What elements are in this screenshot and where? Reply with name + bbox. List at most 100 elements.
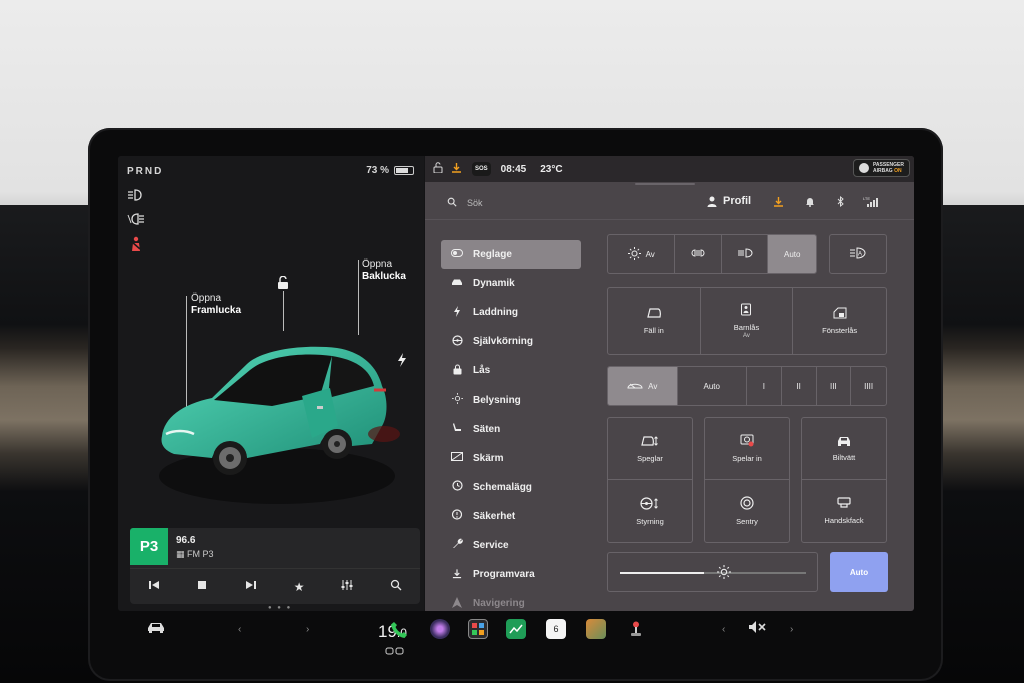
dashcam-button[interactable]: Spelar in [705, 418, 789, 480]
menu-item-10[interactable]: Säkerhet [441, 502, 581, 531]
energy-app-icon[interactable] [506, 619, 526, 639]
profile-button[interactable]: Profil [707, 195, 751, 207]
temp-up-icon[interactable]: › [306, 624, 309, 635]
menu-item-7[interactable]: Säten [441, 415, 581, 444]
bluetooth-icon[interactable] [837, 195, 845, 210]
lights-auto-option[interactable]: Auto [768, 235, 816, 273]
callout-rear-target: Baklucka [362, 271, 406, 282]
brightness-auto-button[interactable]: Auto [830, 552, 888, 592]
menu-item-label: Laddning [473, 307, 518, 319]
mirrors-button[interactable]: Speglar [608, 418, 692, 480]
lights-off-option[interactable]: Av [608, 235, 676, 273]
parking-lights-option[interactable] [675, 235, 722, 273]
wipers-off-label: Av [648, 381, 658, 391]
open-trunk-callout[interactable]: Öppna Baklucka [362, 259, 406, 283]
brightness-track[interactable] [620, 572, 806, 574]
sos-button[interactable]: SOS [472, 162, 491, 176]
menu-item-13[interactable]: Navigering [441, 589, 581, 611]
headlight-icon [127, 188, 145, 202]
mirror-icon [646, 307, 662, 322]
wiper-speed-4-label: IIII [864, 381, 874, 391]
wipers-off-option[interactable]: Av [608, 367, 678, 405]
menu-item-4[interactable]: Självkörning [441, 327, 581, 356]
toybox-app-icon[interactable] [586, 619, 606, 639]
window-lock-button[interactable]: Fönsterlås [793, 288, 886, 354]
toggle-icon [451, 249, 463, 260]
settings-menu: Reglage Dynamik Laddning Självkörning Lås Bel… [441, 240, 581, 611]
airbag-icon [858, 163, 869, 173]
bell-icon[interactable] [805, 196, 815, 210]
software-update-icon[interactable] [451, 162, 462, 176]
child-lock-button[interactable]: Barnlås Av [701, 288, 794, 354]
menu-item-5[interactable]: Lås [441, 356, 581, 385]
wiper-speed-3-label: III [830, 381, 837, 391]
person-icon [707, 196, 717, 207]
low-beam-option[interactable] [722, 235, 769, 273]
glovebox-icon [837, 497, 851, 512]
search-icon [447, 197, 457, 209]
unlock-status-icon[interactable] [433, 162, 443, 176]
open-frunk-callout[interactable]: Öppna Framlucka [191, 293, 241, 317]
menu-item-11[interactable]: Service [441, 531, 581, 560]
wipers-auto-option[interactable]: Auto [678, 367, 747, 405]
menu-item-1[interactable]: Reglage [441, 240, 581, 270]
joystick-icon[interactable] [626, 619, 646, 639]
menu-item-6[interactable]: Belysning [441, 385, 581, 414]
station-label: FM P3 [187, 549, 214, 559]
panel-drag-handle[interactable] [635, 183, 695, 185]
menu-item-8[interactable]: Skärm [441, 444, 581, 473]
camera-app-icon[interactable] [430, 619, 450, 639]
child-lock-state: Av [743, 333, 750, 339]
menu-item-2[interactable]: Dynamik [441, 269, 581, 298]
bulb-icon [451, 393, 463, 407]
callout-line-rear [358, 260, 359, 335]
menu-item-9[interactable]: Schemalägg [441, 473, 581, 502]
steering-label: Styrning [636, 516, 664, 526]
sentry-icon [740, 496, 754, 513]
display-brightness-slider[interactable] [607, 552, 818, 592]
wiper-speed-4[interactable]: IIII [851, 367, 886, 405]
parking-light-icon [690, 248, 706, 260]
brightness-fill [620, 572, 704, 574]
fold-mirrors-button[interactable]: Fäll in [608, 288, 701, 354]
menu-item-3[interactable]: Laddning [441, 298, 581, 327]
wiper-speed-2[interactable]: II [782, 367, 817, 405]
locks-row: Fäll in Barnlås Av Fönsterlås [607, 287, 887, 355]
media-controls: ★ [130, 568, 420, 604]
phone-icon[interactable] [390, 621, 408, 642]
menu-item-label: Lås [473, 365, 491, 377]
volume-down-icon[interactable]: ‹ [722, 624, 725, 635]
download-icon[interactable] [773, 196, 784, 210]
next-icon[interactable] [239, 579, 263, 594]
settings-search[interactable]: Sök [447, 197, 483, 209]
temp-down-icon[interactable]: ‹ [238, 624, 241, 635]
callout-line-lock [283, 291, 284, 331]
menu-item-12[interactable]: Programvara [441, 560, 581, 589]
stop-icon[interactable] [190, 579, 214, 594]
volume-up-icon[interactable]: › [790, 624, 793, 635]
favorite-icon[interactable]: ★ [287, 580, 311, 594]
steering-button[interactable]: Styrning [608, 480, 692, 542]
fog-light-icon [127, 212, 145, 226]
search-icon[interactable] [384, 579, 408, 594]
previous-icon[interactable] [142, 579, 166, 594]
car-wash-label: Biltvätt [832, 453, 856, 462]
wiper-selector: Av Auto I II III IIII [607, 366, 887, 406]
car-icon[interactable] [146, 620, 166, 636]
glovebox-button[interactable]: Handskfack [802, 480, 886, 542]
seat-heater-icon[interactable] [385, 642, 405, 660]
radio-frequency: 96.6 [176, 535, 196, 546]
mute-icon[interactable] [748, 620, 768, 637]
car-wash-button[interactable]: Biltvätt [802, 418, 886, 480]
seat-icon [451, 422, 463, 436]
tile-column-1: Speglar Styrning [607, 417, 693, 543]
auto-high-beam-button[interactable]: A [829, 234, 887, 274]
unlock-icon[interactable] [276, 275, 290, 295]
sentry-button[interactable]: Sentry [705, 480, 789, 542]
brightness-sun-icon[interactable] [716, 565, 731, 582]
calendar-app-icon[interactable]: 6 [546, 619, 566, 639]
wiper-speed-3[interactable]: III [817, 367, 852, 405]
wiper-speed-1[interactable]: I [747, 367, 782, 405]
equalizer-icon[interactable] [335, 579, 359, 594]
app-launcher-icon[interactable] [468, 619, 488, 639]
